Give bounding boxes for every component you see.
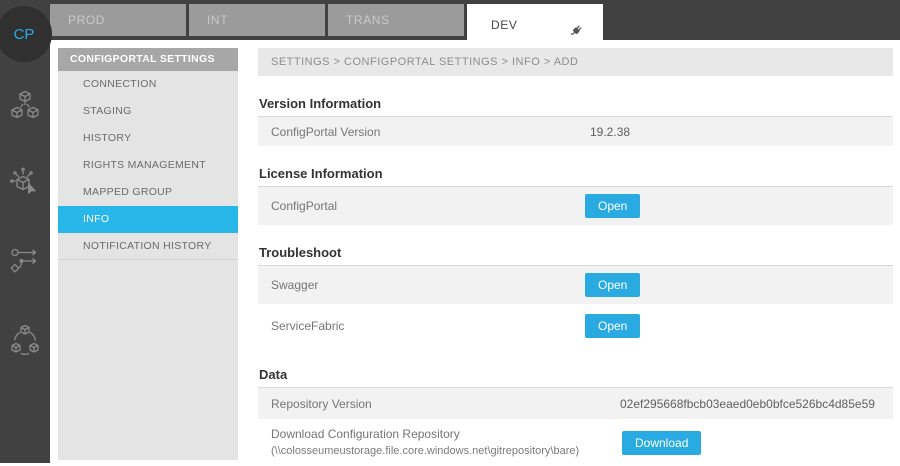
plug-icon [568,16,585,35]
section-title-license-information: License Information [258,166,893,187]
sidebar-item-notification-history[interactable]: NOTIFICATION HISTORY [58,233,238,260]
row-repository-version: Repository Version 02ef295668fbcb03eaed0… [258,388,893,419]
row-label: Download Configuration Repository [271,427,460,442]
tab-int[interactable]: INT [189,4,325,36]
open-servicefabric-button[interactable]: Open [585,313,641,338]
sidebar-item-rights-management[interactable]: RIGHTS MANAGEMENT [58,152,238,179]
download-button[interactable]: Download [622,431,702,455]
sidebar-item-mapped-group[interactable]: MAPPED GROUP [58,179,238,206]
row-label: ConfigPortal Version [271,124,381,139]
environment-tab-bar: PROD INT TRANS DEV [0,0,900,45]
open-swagger-button[interactable]: Open [585,273,641,297]
workflow-icon[interactable] [8,244,42,278]
repository-path: (\\colosseumeustorage.file.core.windows.… [271,444,580,457]
sidebar-item-history[interactable]: HISTORY [58,125,238,152]
sidebar-item-info[interactable]: INFO [58,206,238,233]
configportal-version-value: 19.2.38 [590,124,631,139]
tab-trans[interactable]: TRANS [328,4,464,36]
row-swagger: Swagger Open [258,266,893,304]
cluster-sync-icon[interactable] [8,322,42,356]
tabs: PROD INT TRANS DEV [50,4,603,45]
row-configportal-license: ConfigPortal Open [258,187,893,225]
row-configportal-version: ConfigPortal Version 19.2.38 [258,117,893,146]
row-label: ServiceFabric [271,318,345,333]
tab-dev[interactable]: DEV [467,4,603,45]
breadcrumb: SETTINGS > CONFIGPORTAL SETTINGS > INFO … [258,48,893,76]
left-icon-rail: CP [0,0,52,463]
repository-version-value: 02ef295668fbcb03eaed0eb0bfce526bc4d85e59 [620,396,875,411]
row-download-repository: Download Configuration Repository (\\col… [258,419,893,466]
tab-prod[interactable]: PROD [50,4,186,36]
row-label: Repository Version [271,396,372,411]
sidebar-header: CONFIGPORTAL SETTINGS [58,48,238,71]
download-repository-label: Download Configuration Repository (\\col… [271,426,579,459]
settings-sidebar: CONFIGPORTAL SETTINGS CONNECTION STAGING… [58,48,238,460]
sidebar-item-connection[interactable]: CONNECTION [58,71,238,98]
row-servicefabric: ServiceFabric Open [258,304,893,347]
row-label: ConfigPortal [271,199,338,213]
section-title-troubleshoot: Troubleshoot [258,245,893,266]
packages-icon[interactable] [8,88,42,122]
user-avatar[interactable]: CP [0,6,52,62]
configure-touch-icon[interactable] [8,166,42,200]
main-content: SETTINGS > CONFIGPORTAL SETTINGS > INFO … [258,48,893,466]
row-label: Swagger [271,278,319,292]
rail-icon-group [0,88,50,356]
tab-dev-label: DEV [491,17,518,32]
app-window: PROD INT TRANS DEV CP CONFIGPORTAL SETTI… [0,0,900,466]
avatar-initials: CP [13,25,35,43]
sidebar-item-staging[interactable]: STAGING [58,98,238,125]
section-title-version-information: Version Information [258,96,893,117]
open-license-button[interactable]: Open [585,194,641,218]
section-title-data: Data [258,367,893,388]
